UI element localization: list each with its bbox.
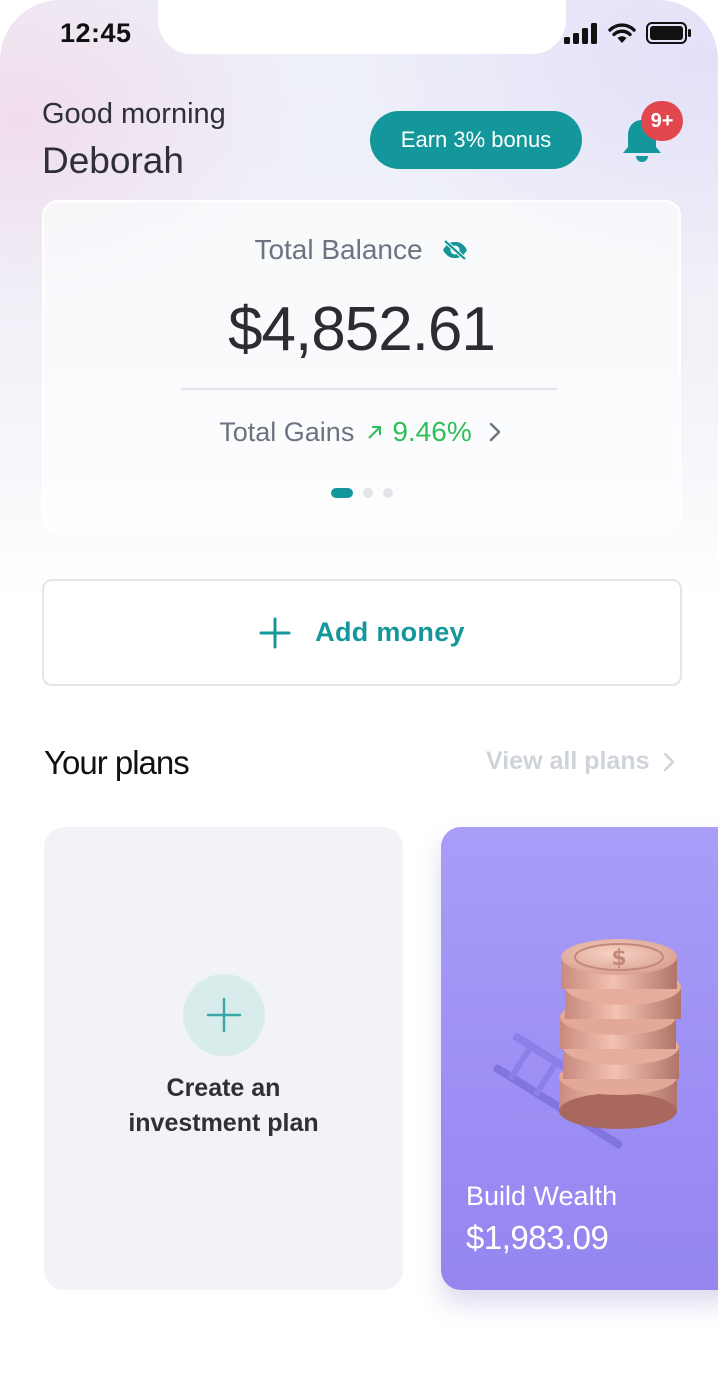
coin-stack-illustration: $ (493, 939, 681, 1149)
pager-dot-active[interactable] (330, 488, 353, 498)
create-plan-plus-button[interactable] (183, 974, 265, 1056)
create-plan-label: Create an investment plan (44, 1071, 403, 1141)
wifi-icon (608, 23, 636, 43)
add-money-button[interactable]: Add money (42, 579, 682, 686)
app-screen: 12:45 Good morning Deborah Earn 3% bonus (0, 0, 718, 1378)
plan-card-build-wealth[interactable]: $ Build Wealth $1,983.09 (441, 827, 718, 1290)
view-all-plans-label: View all plans (486, 747, 650, 775)
plans-section-title: Your plans (44, 744, 190, 781)
total-gains-value: 9.46% (392, 416, 472, 447)
total-balance-label: Total Balance (254, 234, 423, 265)
svg-text:$: $ (611, 946, 626, 971)
device-notch (158, 0, 566, 54)
carousel-pager[interactable] (44, 488, 679, 498)
status-time: 12:45 (60, 18, 132, 48)
create-plan-line2: investment plan (128, 1109, 319, 1137)
chevron-right-icon (663, 752, 674, 771)
pager-dot[interactable] (362, 488, 373, 498)
balance-amount: $4,852.61 (228, 295, 496, 364)
user-name: Deborah (42, 140, 184, 181)
view-all-plans-link[interactable]: View all plans (486, 747, 676, 776)
create-plan-card[interactable]: Create an investment plan (44, 827, 403, 1290)
greeting-text: Good morning (42, 98, 226, 130)
eye-slash-icon[interactable] (441, 239, 469, 261)
arrow-up-right-icon (368, 426, 382, 439)
plus-icon (259, 617, 291, 648)
plus-icon (206, 997, 242, 1033)
status-icons (564, 22, 692, 44)
create-plan-line1: Create an (166, 1074, 281, 1102)
signal-icon (564, 23, 597, 44)
add-money-label: Add money (315, 617, 465, 647)
total-gains-row[interactable]: Total Gains 9.46% (44, 416, 679, 448)
card-divider (181, 388, 557, 390)
balance-label-row: Total Balance (44, 234, 679, 266)
status-bar: 12:45 (0, 0, 718, 70)
earn-bonus-button[interactable]: Earn 3% bonus (370, 111, 582, 169)
chevron-right-icon (489, 422, 500, 442)
balance-card[interactable]: Total Balance $4,852.61 Total Gains 9.46… (42, 200, 681, 534)
battery-icon (646, 22, 691, 44)
notification-badge: 9+ (641, 101, 683, 141)
plan-name: Build Wealth (466, 1181, 618, 1211)
plan-amount: $1,983.09 (466, 1219, 609, 1256)
total-gains-label: Total Gains (219, 416, 355, 447)
pager-dot[interactable] (382, 488, 393, 498)
